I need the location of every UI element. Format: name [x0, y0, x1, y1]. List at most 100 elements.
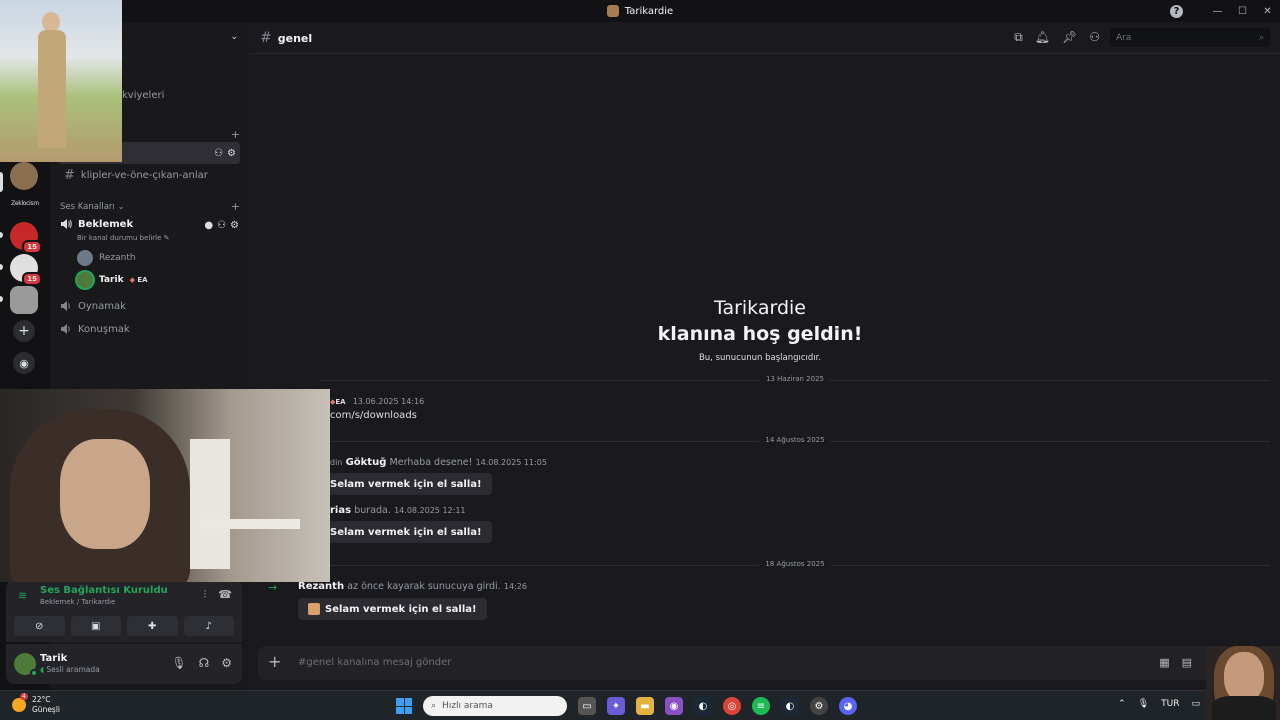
message-user[interactable]: Rezanth — [298, 581, 344, 592]
voice-channel-icons: ● ⚇ ⚙ — [204, 220, 239, 231]
soundboard-button[interactable]: ♪ — [183, 616, 234, 636]
server-5[interactable] — [10, 286, 38, 314]
microphone-icon[interactable]: 🎙︎ — [1138, 699, 1149, 709]
message-user[interactable]: rias — [330, 505, 351, 516]
add-channel-icon[interactable]: + — [231, 200, 240, 213]
voice-user-tarik[interactable]: Tarik ◆ EA — [77, 272, 148, 288]
wave-button[interactable]: Selam vermek için el salla! — [298, 598, 487, 620]
message-1-text[interactable]: com/s/downloads — [330, 410, 417, 421]
welcome-subtitle: klanına hoş geldin! — [657, 323, 863, 345]
voice-connection-subtitle[interactable]: Beklemek / Tarikardie — [40, 598, 115, 606]
message-timestamp: 14:26 — [503, 582, 527, 591]
channel-status[interactable]: Bir kanal durumu belirle ✎ — [77, 234, 170, 242]
unread-pill — [0, 264, 3, 270]
channel-title: # genel — [260, 30, 312, 46]
search-placeholder: Ara — [1116, 32, 1132, 43]
headphones-icon[interactable]: ☊ — [199, 656, 210, 670]
sidebar-item-klipler[interactable]: # klipler-ve-öne-çıkan-anlar — [58, 164, 240, 186]
screen-share-button[interactable]: ▣ — [70, 616, 121, 636]
server-text-label[interactable]: Zeklocism — [4, 200, 46, 207]
hash-icon: # — [64, 167, 75, 183]
user-name[interactable]: Tarik — [40, 653, 67, 664]
close-icon[interactable]: ✕ — [1255, 6, 1280, 17]
voice-channel-oynamak[interactable]: Oynamak — [58, 300, 240, 312]
server-1[interactable] — [10, 162, 38, 190]
message-user[interactable]: Göktuğ — [346, 457, 387, 468]
invite-icon[interactable]: ⚇ — [217, 220, 226, 231]
activity-button[interactable]: ✚ — [127, 616, 178, 636]
task-view-icon[interactable]: ▭ — [578, 697, 596, 715]
bell-icon[interactable]: 🔔︎ — [1035, 30, 1050, 45]
date-divider: 13 Haziran 2025 — [320, 375, 1270, 383]
webcam-face — [1224, 652, 1264, 702]
app-icon[interactable]: ◉ — [665, 697, 683, 715]
join-arrow-icon: → — [268, 581, 278, 594]
discord-icon[interactable]: ◕ — [839, 697, 857, 715]
message-4: Rezanth az önce kayarak sunucuya girdi. … — [298, 581, 527, 592]
windows-taskbar: 4 22°C Güneşli ⌕ Hızlı arama ▭ ✦ ▬ ◉ ◐ ◎… — [0, 690, 1280, 720]
disconnect-icon[interactable]: ☎ — [218, 588, 232, 602]
threads-icon[interactable]: ⧉ — [1014, 30, 1023, 45]
windows-start-icon[interactable] — [396, 698, 412, 714]
app-icon[interactable]: ⚙ — [810, 697, 828, 715]
add-server-icon[interactable]: + — [13, 320, 35, 342]
title-bar: Tarikardie ? — ☐ ✕ — [0, 0, 1280, 22]
chevron-up-icon[interactable]: ⌃ — [1118, 699, 1126, 709]
date-divider-label: 18 Ağustos 2025 — [759, 560, 831, 568]
steam-icon[interactable]: ◐ — [694, 697, 712, 715]
add-channel-icon[interactable]: + — [231, 128, 240, 141]
message-composer[interactable]: + #genel kanalına mesaj gönder ▦ ▤ — [258, 646, 1272, 680]
language-indicator[interactable]: TUR — [1161, 699, 1179, 709]
maximize-icon[interactable]: ☐ — [1230, 6, 1255, 17]
minimize-icon[interactable]: — — [1205, 6, 1230, 17]
gift-icon[interactable]: ▦ — [1159, 656, 1169, 669]
camera-off-button[interactable]: ⊘ — [14, 616, 65, 636]
chrome-icon[interactable]: ◎ — [723, 697, 741, 715]
wave-button-label: Selam vermek için el salla! — [330, 478, 482, 490]
wave-button[interactable]: Selam vermek için el salla! — [320, 473, 492, 495]
help-icon[interactable]: ? — [1170, 4, 1183, 18]
signal-icon[interactable]: ≋ — [18, 589, 27, 602]
search-input[interactable]: Ara ⌕ — [1110, 28, 1270, 47]
gear-icon[interactable]: ⚙ — [221, 656, 232, 670]
chevron-down-icon[interactable]: ⌄ — [230, 32, 238, 42]
chat-icon[interactable]: ● — [204, 220, 213, 231]
sidebar-item-label: klipler-ve-öne-çıkan-anlar — [80, 169, 208, 181]
voice-connection-title[interactable]: Ses Bağlantısı Kuruldu — [40, 585, 168, 596]
voice-category-header[interactable]: Ses Kanalları ⌄ + — [58, 200, 240, 213]
message-input[interactable]: #genel kanalına mesaj gönder — [298, 657, 451, 668]
avatar — [77, 272, 93, 288]
spotify-icon[interactable]: ≡ — [752, 697, 770, 715]
chevron-down-icon: ⌄ — [117, 201, 125, 212]
plus-icon[interactable]: + — [268, 652, 281, 671]
voice-user-rezanth[interactable]: Rezanth — [77, 250, 136, 266]
webcam-body — [1212, 696, 1276, 720]
noise-suppression-icon[interactable]: ⫶ — [204, 588, 207, 602]
gear-icon[interactable]: ⚙ — [227, 148, 236, 159]
message-2: din Göktuğ Merhaba desene! 14.08.2025 11… — [330, 457, 547, 468]
gear-icon[interactable]: ⚙ — [230, 220, 239, 231]
server-4[interactable]: 15 — [10, 254, 42, 286]
discover-icon[interactable]: ◉ — [13, 352, 35, 374]
copilot-icon[interactable]: ✦ — [607, 697, 625, 715]
user-controls: 🎙︎ ☊ ⚙ — [171, 656, 232, 670]
taskbar-search[interactable]: ⌕ Hızlı arama — [423, 696, 567, 716]
pencil-icon: ✎ — [163, 234, 170, 242]
weather-text: 22°C Güneşli — [32, 695, 60, 715]
channel-status-text: Bir kanal durumu belirle — [77, 234, 162, 242]
avatar[interactable] — [14, 653, 38, 677]
members-icon[interactable]: ⚇ — [1089, 30, 1100, 45]
wave-button[interactable]: Selam vermek için el salla! — [320, 521, 492, 543]
notification-icon[interactable]: ▭ — [1191, 699, 1200, 709]
pin-icon[interactable]: 📌︎ — [1062, 30, 1077, 45]
file-explorer-icon[interactable]: ▬ — [636, 697, 654, 715]
microphone-icon[interactable]: 🎙︎ — [171, 656, 186, 670]
welcome-title: Tarikardie — [713, 297, 806, 319]
voice-user-name: Rezanth — [99, 253, 136, 263]
server-3[interactable]: 15 — [10, 222, 42, 254]
voice-channel-konusmak[interactable]: Konuşmak — [58, 323, 240, 335]
gif-icon[interactable]: ▤ — [1182, 656, 1192, 669]
weather-widget[interactable]: 4 22°C Güneşli — [12, 693, 60, 715]
invite-icon[interactable]: ⚇ — [214, 148, 223, 159]
steam-icon[interactable]: ◐ — [781, 697, 799, 715]
